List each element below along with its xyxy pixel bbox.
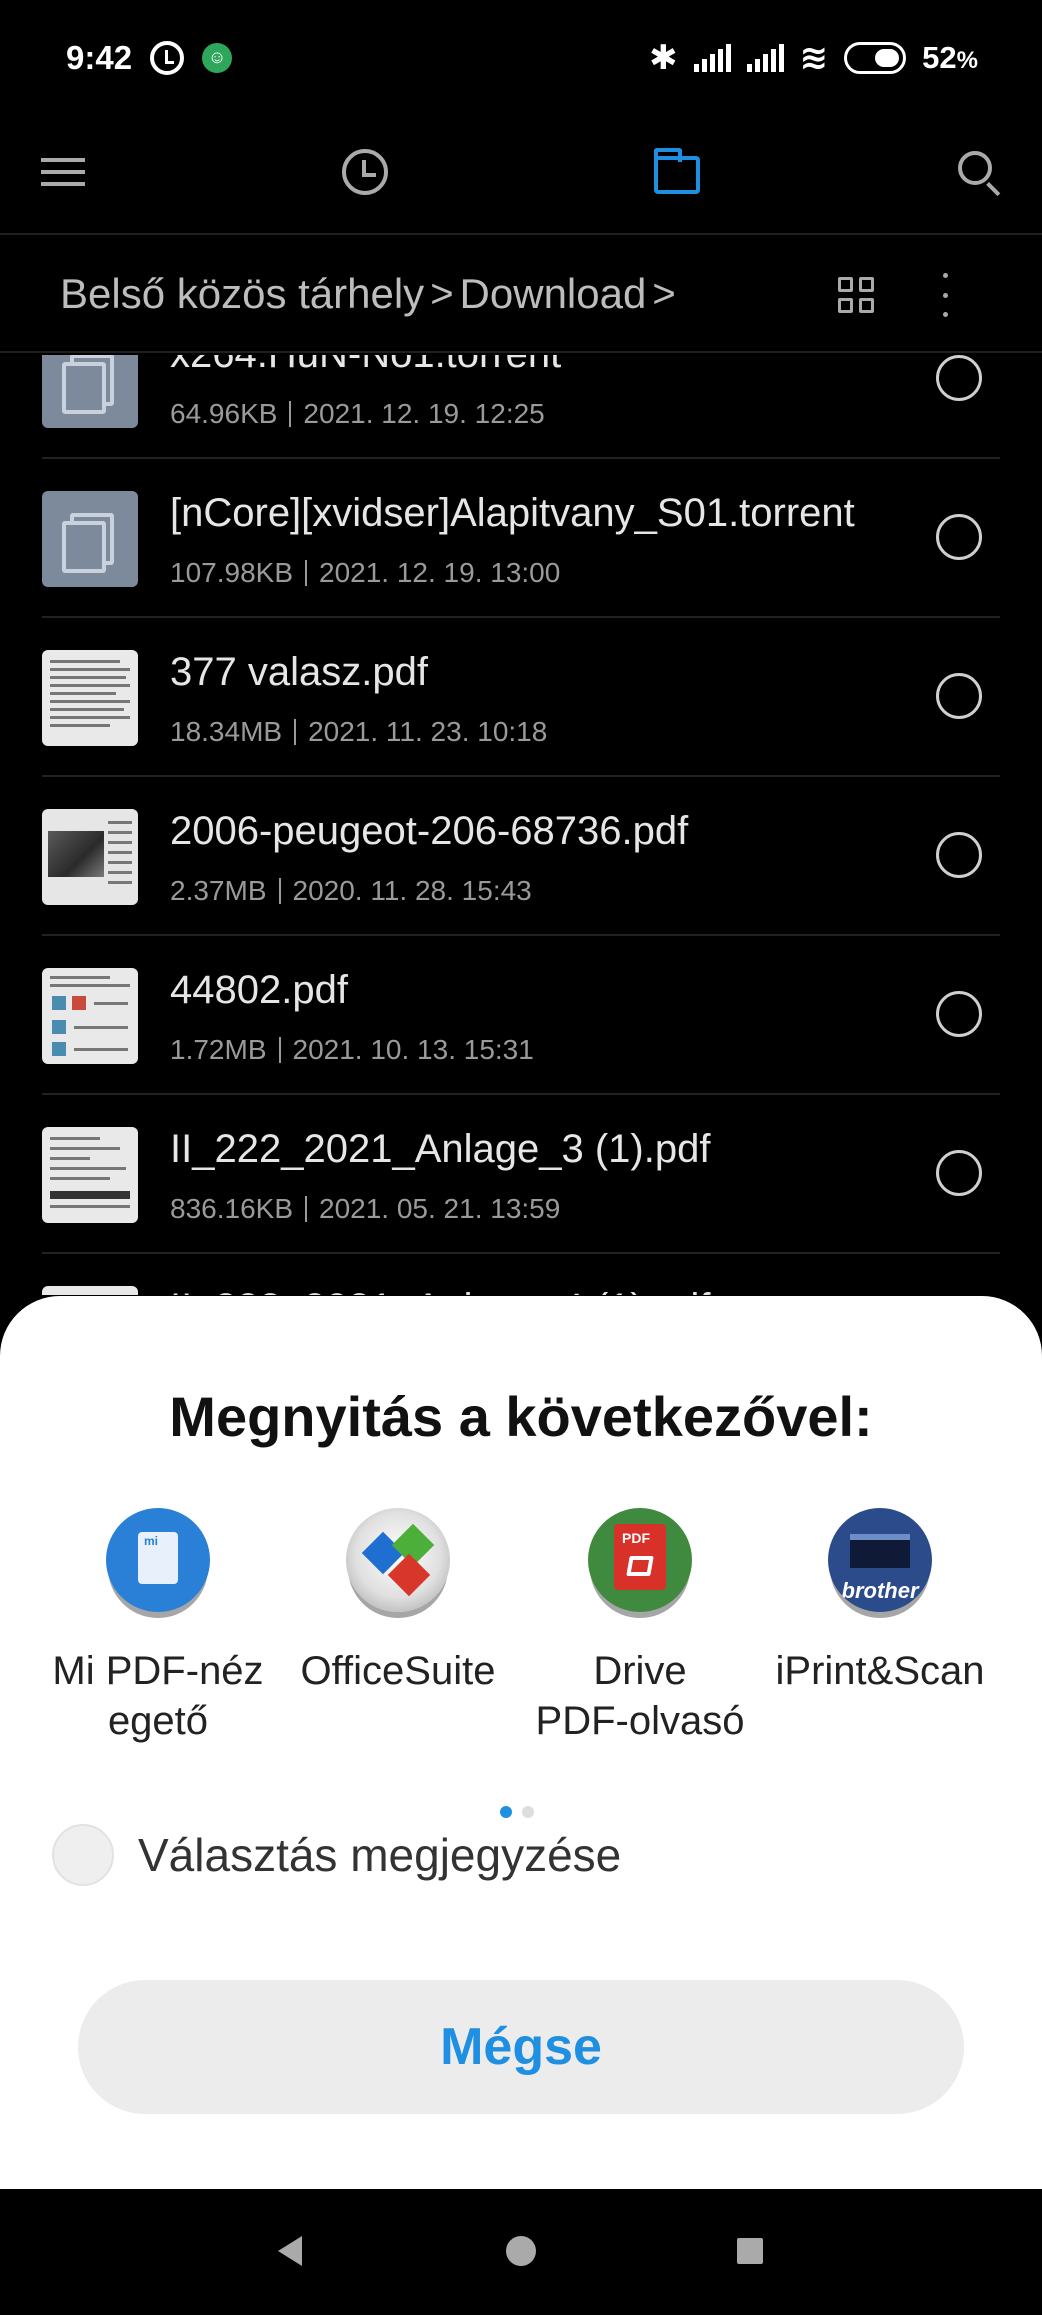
file-meta: 2.37MB 2020. 11. 28. 15:43 <box>170 875 532 906</box>
breadcrumb-item-download[interactable]: Download <box>460 270 647 318</box>
file-name: II_222_2021_Anlage_3 (1).pdf <box>170 1127 711 1171</box>
select-checkbox[interactable] <box>936 355 982 401</box>
list-item[interactable]: 377 valasz.pdf 18.34MB 2021. 11. 23. 10:1… <box>0 618 1042 777</box>
pdf-thumbnail <box>42 1127 138 1223</box>
open-with-sheet: Megnyitás a következővel: Mi PDF-nézeget… <box>0 1296 1042 2189</box>
select-checkbox[interactable] <box>936 1150 982 1196</box>
file-list: x264.HuN-No1.torrent 64.96KB2021. 12. 19… <box>0 355 1042 1295</box>
list-item[interactable]: II_222_2021_Anlage_3 (1).pdf 836.16KB 202… <box>0 1095 1042 1254</box>
remember-choice-label: Választás megjegyzése <box>138 1829 622 1881</box>
torrent-file-icon <box>42 491 138 587</box>
breadcrumb-item-internal-storage[interactable]: Belső közös tárhely <box>60 270 424 318</box>
list-item[interactable]: II_222_2021_Anlage_4 (1).pdf <box>0 1254 1042 1295</box>
wifi-icon: ≋ <box>799 38 829 77</box>
top-toolbar <box>0 115 1042 235</box>
app-option-mi-pdf-viewer[interactable]: Mi PDF-nézegető <box>48 1508 268 1746</box>
recents-icon[interactable] <box>737 2238 763 2264</box>
list-item[interactable]: 2006-peugeot-206-68736.pdf 2.37MB 2020. 1… <box>0 777 1042 936</box>
select-checkbox[interactable] <box>936 991 982 1037</box>
search-icon[interactable] <box>944 137 1014 207</box>
grid-view-icon[interactable] <box>838 277 874 313</box>
home-icon[interactable] <box>506 2236 536 2266</box>
file-name: 2006-peugeot-206-68736.pdf <box>170 809 689 853</box>
status-time: 9:42 <box>66 38 133 76</box>
drive-pdf-reader-icon: PDF <box>588 1508 692 1612</box>
file-name: II_222_2021_Anlage_4 (1).pdf <box>170 1286 710 1295</box>
pdf-thumbnail <box>42 809 138 905</box>
select-checkbox[interactable] <box>936 673 982 719</box>
signal-icon <box>693 43 731 72</box>
select-checkbox[interactable] <box>936 832 982 878</box>
menu-icon[interactable] <box>28 137 98 207</box>
sheet-title: Megnyitás a következővel: <box>169 1385 873 1448</box>
file-meta: 18.34MB 2021. 11. 23. 10:18 <box>170 716 548 747</box>
page-indicator <box>500 1806 534 1818</box>
list-item[interactable]: 44802.pdf 1.72MB 2021. 10. 13. 15:31 <box>0 936 1042 1095</box>
file-meta: 64.96KB 2021. 12. 19. 12:25 <box>170 398 545 429</box>
list-item[interactable]: [nCore][xvidser]Alapitvany_S01.torrent 1… <box>0 459 1042 618</box>
system-nav-bar <box>0 2189 1042 2315</box>
folder-icon[interactable] <box>642 137 712 207</box>
torrent-file-icon <box>42 355 138 428</box>
recent-clock-icon[interactable] <box>330 137 400 207</box>
file-meta: 836.16KB 2021. 05. 21. 13:59 <box>170 1193 561 1224</box>
file-name: [nCore][xvidser]Alapitvany_S01.torrent <box>170 491 855 535</box>
cancel-button[interactable]: Mégse <box>78 1980 964 2114</box>
file-name: 44802.pdf <box>170 968 348 1012</box>
bluetooth-icon: ✱ <box>649 38 678 77</box>
app-option-drive-pdf-reader[interactable]: PDF Drive PDF-olvasó <box>530 1508 750 1746</box>
more-options-icon[interactable] <box>940 273 950 317</box>
pdf-thumbnail <box>42 1286 138 1295</box>
file-meta: 107.98KB 2021. 12. 19. 13:00 <box>170 557 561 588</box>
app-label: iPrint&Scan <box>775 1649 985 1693</box>
app-option-officesuite[interactable]: OfficeSuite <box>288 1508 508 1696</box>
pdf-thumbnail <box>42 650 138 746</box>
app-label: OfficeSuite <box>300 1649 496 1693</box>
officesuite-icon <box>346 1508 450 1612</box>
list-item[interactable]: x264.HuN-No1.torrent 64.96KB2021. 12. 19… <box>0 355 1042 459</box>
file-name: x264.HuN-No1.torrent <box>170 355 561 377</box>
select-checkbox[interactable] <box>936 514 982 560</box>
battery-icon <box>844 41 907 74</box>
pdf-thumbnail <box>42 968 138 1064</box>
brother-iprint-scan-icon: brother <box>828 1508 932 1612</box>
mi-pdf-viewer-icon <box>106 1508 210 1612</box>
file-name: 377 valasz.pdf <box>170 650 428 694</box>
back-icon[interactable] <box>278 2236 302 2266</box>
signal-icon-2 <box>746 43 784 72</box>
breadcrumb: Belső közös tárhely > Download > <box>0 237 1042 353</box>
app-option-iprint-scan[interactable]: brother iPrint&Scan <box>770 1508 990 1696</box>
chevron-right-icon: > <box>652 271 676 316</box>
file-meta: 1.72MB 2021. 10. 13. 15:31 <box>170 1034 534 1065</box>
app-label: Mi PDF-néz egető <box>52 1649 264 1743</box>
status-bar: 9:42 ☺ ✱ ≋ 52% <box>0 0 1042 115</box>
battery-percent: 52% <box>922 39 978 75</box>
remember-choice-checkbox[interactable] <box>52 1824 114 1886</box>
remember-choice-option[interactable]: Választás megjegyzése <box>52 1824 621 1886</box>
app-notification-icon: ☺ <box>202 42 233 73</box>
alarm-icon <box>150 40 185 75</box>
app-label: Drive PDF-olvasó <box>535 1649 745 1743</box>
chevron-right-icon: > <box>430 271 454 316</box>
